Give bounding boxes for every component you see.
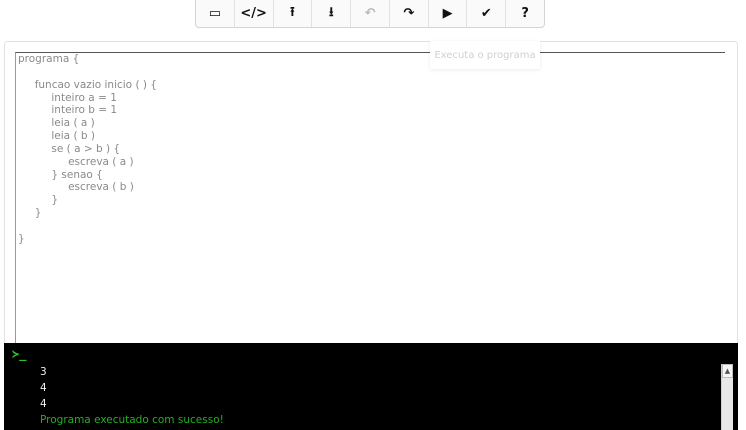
undo-icon: ↶ (364, 6, 376, 21)
check-button[interactable]: ✔ (467, 0, 507, 27)
console-status: Programa executado com sucesso! (40, 414, 224, 426)
redo-icon: ↷ (403, 6, 415, 21)
window-button[interactable]: ▭ (196, 0, 235, 27)
run-tooltip: Executa o programa (430, 41, 540, 69)
run-button[interactable]: ▶ (429, 0, 468, 27)
console-output: 3 4 4 Programa executado com sucesso! (40, 364, 224, 428)
tooltip-text: Executa o programa (434, 49, 536, 61)
toolbar: ▭ </> ⭱ ⭳ ↶ ↷ ▶ ✔ ? (195, 0, 545, 28)
scroll-up-arrow-icon[interactable]: ▲ (722, 364, 733, 378)
code-icon: </> (240, 6, 267, 21)
console-line: 3 (40, 366, 47, 378)
console-line: 4 (40, 382, 47, 394)
upload-icon: ⭱ (290, 4, 295, 20)
output-console: ≻_ 3 4 4 Programa executado com sucesso!… (4, 343, 738, 430)
help-button[interactable]: ? (506, 0, 544, 27)
redo-button[interactable]: ↷ (390, 0, 429, 27)
terminal-icon: ≻_ (12, 347, 27, 361)
play-icon: ▶ (442, 6, 453, 21)
code-text[interactable]: programa { funcao vazio inicio ( ) { int… (16, 53, 157, 246)
check-icon: ✔ (480, 6, 492, 21)
console-line: 4 (40, 398, 47, 410)
download-button[interactable]: ⭳ (312, 0, 352, 27)
console-scrollbar[interactable]: ▲ (721, 364, 733, 430)
code-button[interactable]: </> (235, 0, 274, 27)
download-icon: ⭳ (328, 4, 334, 20)
code-editor[interactable]: programa { funcao vazio inicio ( ) { int… (15, 52, 725, 344)
help-icon: ? (521, 6, 529, 21)
upload-button[interactable]: ⭱ (274, 0, 313, 27)
undo-button[interactable]: ↶ (351, 0, 390, 27)
window-icon: ▭ (208, 6, 222, 21)
